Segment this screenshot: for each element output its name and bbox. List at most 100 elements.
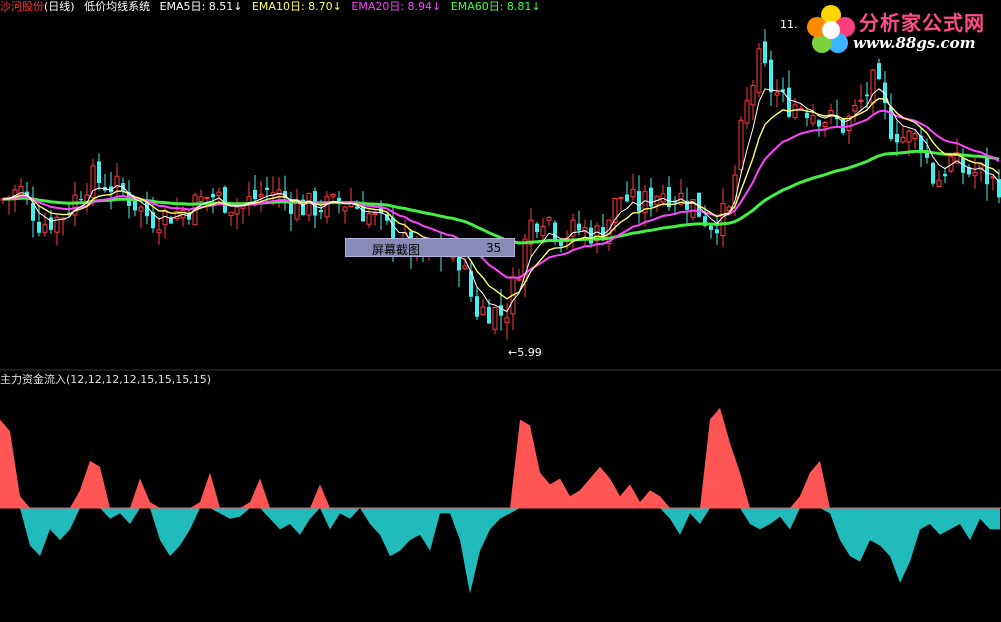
candle-body [319, 209, 323, 213]
candle-body [162, 209, 168, 226]
candle-body [228, 211, 234, 217]
candle-body [546, 216, 552, 221]
candle-body [480, 306, 486, 315]
candle-body [156, 229, 162, 234]
candle-body [324, 196, 330, 218]
candle-body [589, 227, 593, 244]
candle-body [553, 222, 557, 240]
candle-body [817, 120, 821, 127]
candle-body [97, 161, 101, 184]
down-arrow-icon: ↓ [233, 0, 243, 13]
candle-body [750, 84, 756, 106]
stock-chart: 11. ←5.99 [0, 0, 1001, 622]
period-label: (日线) [44, 0, 75, 13]
candle-body [709, 225, 713, 230]
flower-icon [807, 5, 855, 53]
candle-body [756, 48, 762, 93]
candle-body [895, 133, 899, 143]
candle-body [810, 115, 816, 124]
candle-body [49, 217, 53, 230]
candle-body [769, 59, 773, 93]
candle-body [79, 199, 83, 201]
candle-body [744, 100, 750, 124]
candle-body [342, 206, 348, 212]
candle-body [223, 187, 227, 213]
candle-body [763, 41, 767, 64]
candle-body [792, 104, 798, 118]
ema60-value: EMA60日: 8.81 [450, 0, 532, 13]
candle-body [637, 191, 641, 212]
watermark-logo: 分析家公式网 www.88gs.com [805, 3, 1000, 55]
candle-body [42, 224, 48, 233]
candle-body [985, 158, 989, 185]
screenshot-tag: 屏幕截图 35 [345, 238, 515, 257]
candle-body [253, 189, 257, 200]
candle-body [516, 278, 522, 281]
watermark-title: 分析家公式网 [859, 11, 985, 35]
candle-body [475, 296, 479, 317]
candle-body [306, 192, 312, 216]
down-arrow-icon: ↓ [332, 0, 342, 13]
candle-body [366, 213, 372, 225]
candle-body [906, 130, 912, 143]
candle-body [535, 223, 539, 233]
ema20-readout: EMA20日: 8.94↓ [351, 0, 441, 13]
down-arrow-icon: ↓ [432, 0, 442, 13]
candle-body [330, 193, 336, 197]
candle-body [877, 63, 881, 80]
screenshot-tag-right: 35 [486, 241, 502, 255]
ema5-value: EMA5日: 8.51 [159, 0, 234, 13]
candle-body [504, 317, 510, 323]
candle-body [852, 104, 858, 112]
candle-body [234, 206, 240, 215]
watermark-url: www.88gs.com [853, 34, 976, 52]
candle-body [18, 186, 24, 197]
candle-body [931, 163, 935, 184]
candle-body [138, 206, 144, 212]
candle-body [936, 179, 942, 188]
candle-body [822, 122, 828, 128]
candle-body [265, 187, 269, 190]
high-price-label: 11. [780, 18, 798, 31]
candle-body [858, 99, 864, 102]
candle-body [198, 196, 204, 202]
candle-body [133, 199, 137, 211]
candle-body [630, 188, 636, 198]
candle-body [720, 203, 726, 237]
candle-body [211, 193, 215, 198]
low-price-label: ←5.99 [508, 346, 542, 359]
candle-body [787, 87, 791, 117]
screenshot-tag-left: 屏幕截图 [372, 243, 421, 257]
candle-body [487, 307, 491, 324]
candle-body [870, 69, 876, 104]
candle-body [492, 307, 498, 330]
candle-body [216, 191, 222, 197]
candle-body [258, 193, 264, 197]
candle-body [774, 92, 780, 96]
candle-body [499, 305, 503, 316]
stock-name: 沙河股份 [0, 0, 44, 13]
ema20-value: EMA20日: 8.94 [351, 0, 433, 13]
candle-body [372, 212, 378, 215]
candle-body [625, 194, 629, 202]
candle-body [462, 265, 468, 270]
candle-body [738, 119, 744, 170]
down-arrow-icon: ↓ [531, 0, 541, 13]
candle-body [900, 136, 906, 143]
candle-body [37, 221, 41, 233]
candle-body [943, 173, 947, 177]
indicator-name: 低价均线系统 [84, 0, 151, 13]
ema10-readout: EMA10日: 8.70↓ [252, 0, 342, 13]
candle-body [649, 187, 653, 207]
candle-body [805, 112, 809, 118]
candle-body [559, 241, 563, 246]
ema5-readout: EMA5日: 8.51↓ [160, 0, 243, 13]
chart-header: 沙河股份(日线) 低价均线系统 EMA5日: 8.51↓ EMA10日: 8.7… [0, 0, 547, 14]
ema60-readout: EMA60日: 8.81↓ [451, 0, 541, 13]
candle-body [912, 132, 918, 140]
candle-body [865, 94, 869, 97]
candle-body [618, 196, 624, 199]
candle-body [204, 196, 210, 199]
candle-body [577, 223, 581, 231]
ema10-value: EMA10日: 8.70 [251, 0, 333, 13]
